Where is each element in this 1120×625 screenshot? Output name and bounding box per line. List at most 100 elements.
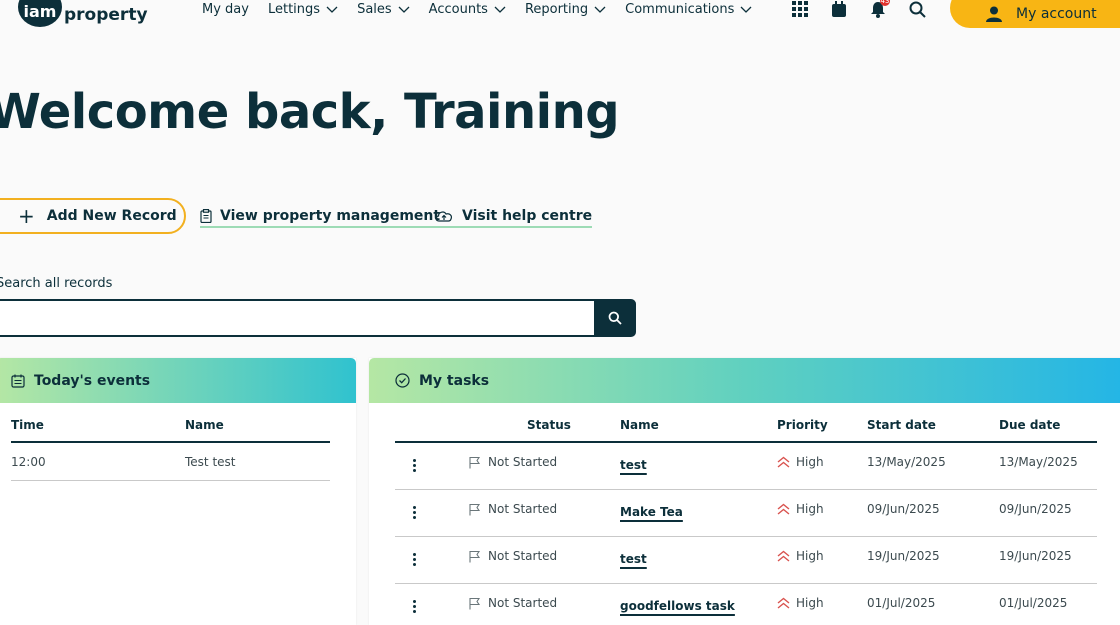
task-priority: High	[777, 455, 824, 469]
task-status-text: Not Started	[488, 596, 558, 610]
tasks-header-rule	[395, 441, 1097, 443]
tasks-row-rule	[395, 583, 1097, 584]
my-tasks-panel: My tasks	[369, 358, 1120, 625]
my-tasks-header: My tasks	[369, 358, 1120, 403]
logo-mark: iam	[18, 0, 62, 27]
event-time: 12:00	[11, 455, 46, 469]
flag-icon	[469, 456, 481, 468]
chevron-down-icon	[594, 6, 606, 13]
top-navigation-bar: iam property My day Lettings Sales Accou…	[0, 0, 1120, 40]
task-due-date: 13/May/2025	[999, 455, 1078, 469]
search-all-records-label: Search all records	[0, 276, 113, 291]
priority-high-icon	[777, 550, 790, 562]
task-status-text: Not Started	[488, 455, 558, 469]
priority-high-icon	[777, 503, 790, 515]
task-due-date: 09/Jun/2025	[999, 502, 1072, 516]
nav-reporting-label: Reporting	[524, 1, 589, 17]
clipboard-icon	[200, 209, 212, 223]
task-priority-text: High	[796, 502, 824, 516]
flag-icon	[469, 503, 481, 515]
tasks-col-start-date: Start date	[867, 418, 936, 432]
check-circle-icon	[395, 373, 410, 388]
notifications-button[interactable]: 43	[868, 0, 890, 18]
notification-count-badge: 43	[880, 0, 890, 6]
task-start-date: 19/Jun/2025	[867, 549, 940, 563]
view-property-management-link[interactable]: View property management	[200, 208, 441, 228]
nav-sales-label: Sales	[357, 1, 392, 17]
todays-events-title: Today's events	[34, 372, 151, 389]
cloud-upload-icon	[435, 211, 452, 222]
visit-help-centre-label: Visit help centre	[462, 208, 593, 224]
chevron-down-icon	[494, 6, 506, 13]
tasks-col-priority: Priority	[777, 418, 828, 432]
task-status: Not Started	[468, 549, 557, 563]
task-due-date: 01/Jul/2025	[999, 596, 1068, 610]
task-priority-text: High	[796, 455, 824, 469]
task-start-date: 09/Jun/2025	[867, 502, 940, 516]
my-account-button[interactable]: My account	[950, 0, 1120, 28]
task-name-link[interactable]: goodfellows task	[620, 599, 735, 613]
search-all-records-input[interactable]	[0, 299, 596, 337]
nav-lettings-label: Lettings	[267, 1, 321, 17]
search-icon	[608, 311, 622, 325]
nav-my-day[interactable]: My day	[202, 0, 249, 18]
task-status: Not Started	[468, 596, 557, 610]
logo-wordmark: property	[64, 5, 148, 25]
task-status: Not Started	[468, 502, 557, 516]
chevron-down-icon	[326, 6, 338, 13]
nav-reporting[interactable]: Reporting	[525, 0, 606, 18]
task-status-text: Not Started	[488, 549, 558, 563]
search-button[interactable]	[907, 0, 927, 18]
events-col-name: Name	[185, 418, 224, 432]
calendar-button[interactable]	[829, 0, 849, 18]
apps-grid-button[interactable]	[790, 0, 810, 18]
todays-events-panel: Today's events	[0, 358, 356, 625]
task-row-menu-button[interactable]	[413, 600, 417, 615]
flag-icon	[469, 550, 481, 562]
my-tasks-title: My tasks	[419, 372, 490, 389]
nav-sales[interactable]: Sales	[357, 0, 410, 18]
nav-accounts-label: Accounts	[428, 1, 488, 17]
task-priority-text: High	[796, 549, 824, 563]
tasks-row-rule	[395, 536, 1097, 537]
iam-property-logo[interactable]: iam property	[18, 0, 148, 28]
event-name: Test test	[185, 455, 236, 469]
flag-icon	[469, 597, 481, 609]
task-row-menu-button[interactable]	[413, 553, 417, 568]
nav-communications[interactable]: Communications	[625, 0, 752, 18]
task-priority: High	[777, 502, 824, 516]
apps-grid-icon	[792, 1, 808, 17]
view-property-management-label: View property management	[220, 208, 441, 224]
header-tools: 43	[790, 0, 946, 18]
priority-high-icon	[777, 456, 790, 468]
todays-events-header: Today's events	[0, 358, 356, 403]
calendar-icon	[832, 0, 846, 17]
my-account-label: My account	[1016, 6, 1097, 22]
events-row-rule	[11, 480, 330, 481]
chevron-down-icon	[740, 6, 752, 13]
task-row-menu-button[interactable]	[413, 506, 417, 521]
task-priority: High	[777, 549, 824, 563]
visit-help-centre-link[interactable]: Visit help centre	[434, 208, 593, 228]
priority-high-icon	[777, 597, 790, 609]
plus-icon: +	[18, 204, 35, 228]
search-submit-button[interactable]	[594, 299, 636, 337]
chevron-down-icon	[398, 6, 410, 13]
main-nav: My day Lettings Sales Accounts Reporting…	[202, 0, 771, 18]
tasks-col-name: Name	[620, 418, 659, 432]
task-start-date: 01/Jul/2025	[867, 596, 936, 610]
page-title: Welcome back, Training	[0, 84, 620, 140]
nav-accounts[interactable]: Accounts	[429, 0, 506, 18]
task-name-link[interactable]: test	[620, 458, 647, 472]
add-new-record-button[interactable]: + Add New Record	[0, 198, 186, 234]
task-due-date: 19/Jun/2025	[999, 549, 1072, 563]
task-name-link[interactable]: test	[620, 552, 647, 566]
user-icon	[986, 6, 1002, 22]
tasks-col-status: Status	[527, 418, 571, 432]
tasks-row-rule	[395, 489, 1097, 490]
task-row-menu-button[interactable]	[413, 459, 417, 474]
nav-lettings[interactable]: Lettings	[268, 0, 338, 18]
task-name-link[interactable]: Make Tea	[620, 505, 683, 519]
task-priority: High	[777, 596, 824, 610]
task-priority-text: High	[796, 596, 824, 610]
